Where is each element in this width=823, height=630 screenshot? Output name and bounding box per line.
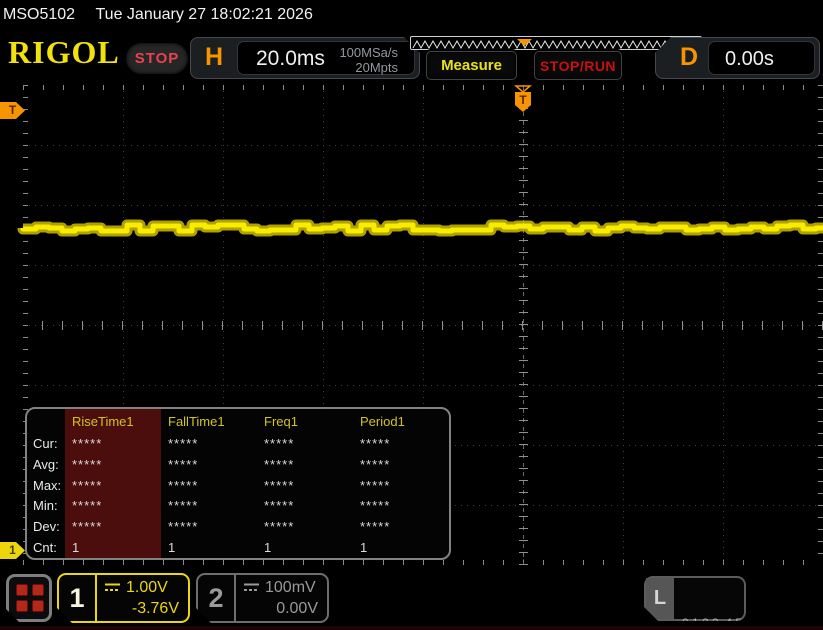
header-toolbar: RIGOL STOP H 20.0ms 100MSa/s 20Mpts Meas…: [0, 30, 823, 85]
dc-coupling-icon: [104, 583, 121, 592]
logic-analyzer-panel[interactable]: L 0 1 2 3 4 5 6 7 8 9 1011 12131415: [644, 576, 746, 621]
meas-row-label: Min:: [31, 495, 65, 516]
meas-value: *****: [257, 454, 353, 475]
measurement-table: RiseTime1 FallTime1 Freq1 Period1 Cur: *…: [27, 409, 449, 558]
trigger-position-marker[interactable]: T: [512, 85, 534, 115]
meas-value: *****: [353, 475, 449, 496]
channel1-readout: 1.00V -3.76V: [97, 575, 188, 621]
channel2-scale: 100mV: [265, 577, 316, 598]
memory-depth: 20Mpts: [339, 60, 398, 75]
meas-col-header: RiseTime1: [65, 411, 161, 433]
meas-value: *****: [65, 454, 161, 475]
meas-value: *****: [65, 495, 161, 516]
bottom-edge-strip: [0, 626, 823, 630]
channel2-panel[interactable]: 2 100mV 0.00V: [196, 573, 329, 623]
measure-button[interactable]: Measure: [426, 51, 517, 80]
meas-value: *****: [65, 516, 161, 537]
channel2-offset: 0.00V: [243, 598, 318, 619]
meas-col-header: FallTime1: [161, 411, 257, 433]
acquisition-info: 100MSa/s 20Mpts: [339, 45, 398, 75]
waveform-position-bar[interactable]: [410, 36, 702, 50]
channel1-scale: 1.00V: [126, 577, 168, 598]
rigol-logo: RIGOL: [8, 34, 120, 71]
horizontal-label: H: [205, 43, 223, 72]
meas-row-label: Cur:: [31, 433, 65, 454]
meas-value: *****: [161, 516, 257, 537]
meas-value: *****: [161, 454, 257, 475]
channel2-readout: 100mV 0.00V: [236, 575, 327, 621]
delay-panel[interactable]: D 0.00s: [655, 37, 820, 79]
model-name: MSO5102: [3, 6, 75, 23]
channel2-number: 2: [198, 575, 236, 621]
meas-value: *****: [161, 475, 257, 496]
meas-row-label: Max:: [31, 475, 65, 496]
memory-waveform-icon: [411, 39, 699, 50]
logic-channels: 0 1 2 3 4 5 6 7 8 9 1011 12131415: [674, 578, 789, 619]
titlebar: MSO5102 Tue January 27 18:02:21 2026: [0, 0, 823, 30]
meas-row-label: Avg:: [31, 454, 65, 475]
meas-value: *****: [353, 516, 449, 537]
menu-grid-icon: [16, 584, 44, 612]
meas-col-header: Freq1: [257, 411, 353, 433]
svg-text:T: T: [519, 93, 527, 107]
bottom-bar: 1 1.00V -3.76V 2: [0, 565, 823, 630]
delay-label: D: [680, 43, 698, 72]
measurement-panel[interactable]: RiseTime1 FallTime1 Freq1 Period1 Cur: *…: [25, 407, 451, 560]
delay-value: 0.00s: [725, 48, 774, 71]
meas-value: *****: [65, 433, 161, 454]
meas-col-header: Period1: [353, 411, 449, 433]
meas-value: *****: [353, 495, 449, 516]
sample-rate: 100MSa/s: [339, 45, 398, 60]
oscilloscope-screen: MSO5102 Tue January 27 18:02:21 2026 RIG…: [0, 0, 823, 630]
meas-value: 1: [257, 537, 353, 558]
meas-value: *****: [161, 433, 257, 454]
menu-button[interactable]: [6, 574, 52, 622]
horizontal-readout: 20.0ms 100MSa/s 20Mpts: [237, 41, 415, 75]
dc-coupling-icon: [243, 583, 260, 592]
meas-value: *****: [353, 433, 449, 454]
meas-value: *****: [257, 475, 353, 496]
meas-row-label: Cnt:: [31, 537, 65, 558]
delay-readout: 0.00s: [708, 41, 815, 75]
meas-value: *****: [257, 433, 353, 454]
horizontal-panel[interactable]: H 20.0ms 100MSa/s 20Mpts: [190, 37, 420, 79]
meas-value: 1: [65, 537, 161, 558]
meas-value: *****: [161, 495, 257, 516]
meas-value: *****: [257, 495, 353, 516]
channel1-number: 1: [59, 575, 97, 621]
meas-value: 1: [353, 537, 449, 558]
run-state-badge: STOP: [126, 43, 188, 74]
logic-label: L: [646, 578, 674, 619]
channel1-offset: -3.76V: [104, 598, 179, 619]
channel1-panel[interactable]: 1 1.00V -3.76V: [57, 573, 190, 623]
meas-value: 1: [161, 537, 257, 558]
stop-run-button[interactable]: STOP/RUN: [534, 51, 622, 80]
datetime: Tue January 27 18:02:21 2026: [96, 6, 313, 23]
meas-row-label: Dev:: [31, 516, 65, 537]
meas-value: *****: [65, 475, 161, 496]
timebase-value: 20.0ms: [256, 47, 325, 71]
meas-value: *****: [257, 516, 353, 537]
meas-value: *****: [353, 454, 449, 475]
